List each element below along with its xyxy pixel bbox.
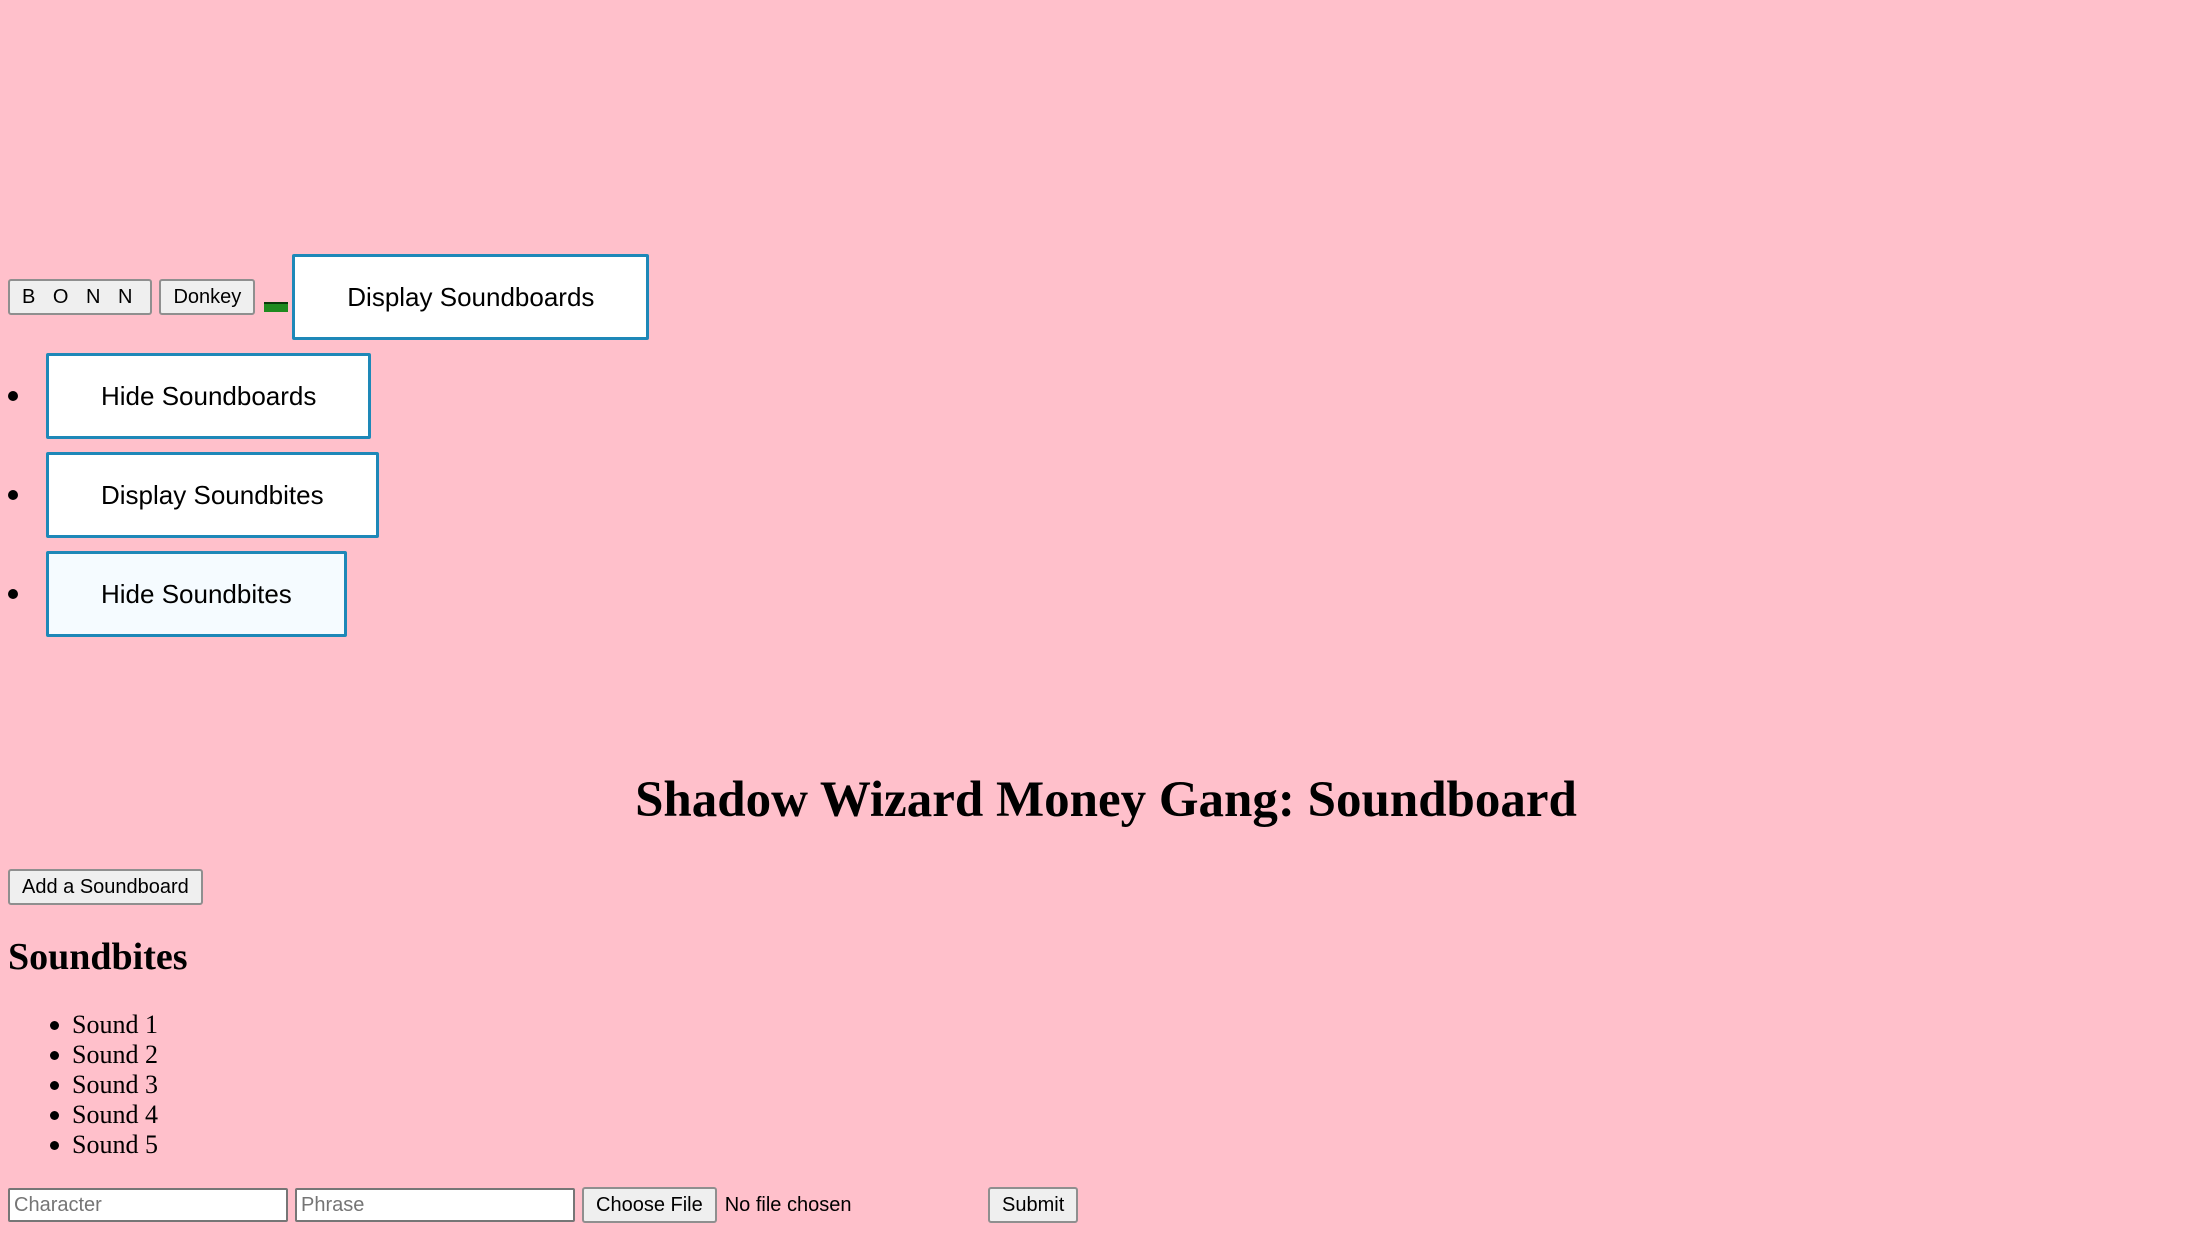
bonn-button[interactable]: B O N N <box>8 279 153 315</box>
sound-label: Sound 3 <box>72 1070 158 1099</box>
top-toolbar: B O N N Donkey Display Soundboards <box>8 254 650 340</box>
soundbites-list: Sound 1 Sound 2 Sound 3 Sound 4 Sound 5 <box>50 1010 158 1160</box>
hide-soundbites-button[interactable]: Hide Soundbites <box>46 551 347 637</box>
list-item[interactable]: Sound 4 <box>50 1100 158 1130</box>
list-item[interactable]: Sound 5 <box>50 1130 158 1160</box>
add-soundbite-form: Choose File No file chosen Submit <box>8 1187 1085 1223</box>
menu-item: Display Soundbites <box>0 452 379 538</box>
list-item[interactable]: Sound 1 <box>50 1010 158 1040</box>
list-item[interactable]: Sound 2 <box>50 1040 158 1070</box>
hide-soundboards-button[interactable]: Hide Soundboards <box>46 353 372 439</box>
bullet-icon <box>50 1020 59 1030</box>
choose-file-button[interactable]: Choose File <box>582 1187 717 1223</box>
add-soundboard-button[interactable]: Add a Soundboard <box>8 869 203 905</box>
bullet-icon <box>50 1140 59 1150</box>
bullet-icon <box>50 1080 59 1090</box>
donkey-button[interactable]: Donkey <box>159 279 256 315</box>
bullet-icon <box>8 589 18 599</box>
soundboard-menu: Hide Soundboards Display Soundbites Hide… <box>0 353 379 650</box>
bullet-icon <box>50 1050 59 1060</box>
character-input[interactable] <box>8 1188 288 1222</box>
sound-label: Sound 1 <box>72 1010 158 1039</box>
submit-button[interactable]: Submit <box>988 1187 1079 1223</box>
page-title: Shadow Wizard Money Gang: Soundboard <box>635 772 1577 828</box>
small-image-icon <box>264 302 289 312</box>
list-item[interactable]: Sound 3 <box>50 1070 158 1100</box>
sound-label: Sound 4 <box>72 1100 158 1129</box>
menu-item: Hide Soundbites <box>0 551 379 637</box>
bullet-icon <box>50 1110 59 1120</box>
phrase-input[interactable] <box>295 1188 575 1222</box>
display-soundboards-button[interactable]: Display Soundboards <box>292 254 650 340</box>
sound-label: Sound 2 <box>72 1040 158 1069</box>
file-input: Choose File No file chosen <box>582 1187 988 1223</box>
sound-label: Sound 5 <box>72 1130 158 1159</box>
file-status-text: No file chosen <box>724 1193 852 1216</box>
bullet-icon <box>8 391 18 401</box>
bullet-icon <box>8 490 18 500</box>
display-soundbites-button[interactable]: Display Soundbites <box>46 452 379 538</box>
soundbites-heading: Soundbites <box>8 936 188 978</box>
menu-item: Hide Soundboards <box>0 353 379 439</box>
